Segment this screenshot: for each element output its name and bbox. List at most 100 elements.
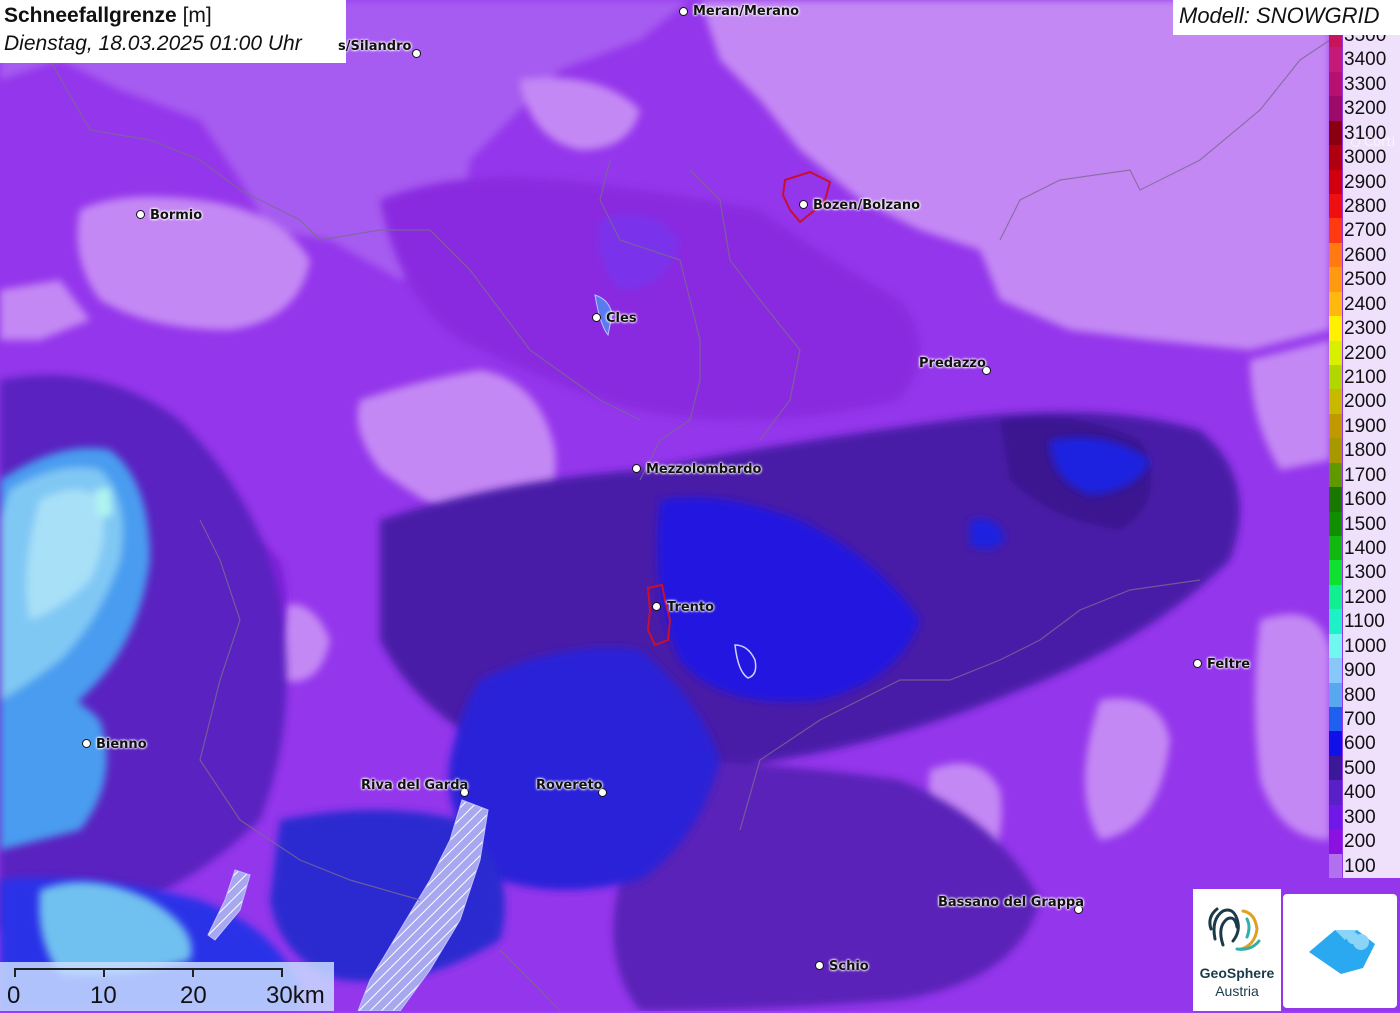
legend-swatch [1329, 169, 1342, 194]
city-label-mezzolombardo: Mezzolombardo [646, 462, 762, 477]
scale-label-10: 10 [90, 982, 117, 1009]
title-variable: Schneefallgrenze [4, 4, 177, 27]
city-marker[interactable] [592, 313, 601, 322]
legend-swatch [1329, 536, 1342, 561]
legend-swatch [1329, 584, 1342, 610]
legend-swatch [1329, 462, 1342, 488]
geosphere-country: Austria [1215, 983, 1259, 999]
legend-label: 1700 [1343, 462, 1400, 488]
legend-label: 3500 [1343, 35, 1400, 48]
scale-tick [281, 968, 283, 977]
scale-label-0: 0 [7, 982, 21, 1009]
map-title: Schneefallgrenze [m] [4, 2, 346, 30]
app-logo[interactable] [1283, 894, 1397, 1008]
map-datetime: Dienstag, 18.03.2025 01:00 Uhr [4, 32, 302, 55]
legend-row: 900 [1329, 658, 1400, 683]
city-label-trento: Trento [667, 600, 715, 615]
city-marker[interactable] [632, 464, 641, 473]
city-marker[interactable] [679, 7, 688, 16]
city-label-riva: Riva del Garda [361, 778, 469, 793]
legend-label: 2500 [1343, 267, 1400, 292]
legend-row: 800 [1329, 682, 1400, 707]
legend-row: 700 [1329, 707, 1400, 732]
city-label-bozen: Bozen/Bolzano [813, 198, 921, 213]
legend-label: 2800 [1343, 194, 1400, 219]
city-marker[interactable] [815, 961, 824, 970]
legend-row: 1600 [1329, 487, 1400, 512]
legend-row: 400 [1329, 780, 1400, 805]
city-label-cles: Cles [606, 311, 637, 326]
legend-row: 2700 [1329, 218, 1400, 243]
city-marker[interactable] [1351, 138, 1360, 147]
scale-label-30km: 30km [266, 982, 325, 1009]
city-marker[interactable] [412, 49, 421, 58]
legend-swatch [1329, 316, 1342, 341]
legend-swatch [1329, 829, 1342, 854]
geosphere-logo-icon [1208, 907, 1261, 951]
legend-swatch [1329, 242, 1342, 268]
city-marker[interactable] [1193, 659, 1202, 668]
legend-row: 2000 [1329, 389, 1400, 414]
legend-label: 900 [1343, 658, 1400, 683]
snowfall-map[interactable] [0, 0, 1400, 1011]
legend-swatch [1329, 35, 1342, 48]
legend-swatch [1329, 560, 1342, 585]
legend-row: 1900 [1329, 413, 1400, 439]
legend-swatch [1329, 145, 1342, 170]
city-label-bassano: Bassano del Grappa [938, 895, 1084, 910]
city-marker[interactable] [799, 200, 808, 209]
legend-label: 1600 [1343, 487, 1400, 512]
legend-label: 1400 [1343, 536, 1400, 561]
model-label: Modell: SNOWGRID [1173, 0, 1400, 35]
legend-label: 1100 [1343, 609, 1400, 634]
legend-label: 2300 [1343, 316, 1400, 341]
legend-swatch [1329, 731, 1342, 756]
legend-row: 600 [1329, 731, 1400, 756]
legend-label: 1300 [1343, 560, 1400, 585]
city-label-schio: Schio [829, 959, 869, 974]
legend-label: 3400 [1343, 47, 1400, 72]
legend-row: 3500 [1329, 35, 1400, 48]
legend-swatch [1329, 389, 1342, 414]
city-label-bormio: Bormio [150, 208, 203, 223]
legend-label: 3300 [1343, 71, 1400, 97]
legend-label: 100 [1343, 853, 1400, 878]
legend-swatch [1329, 853, 1342, 878]
legend-label: 300 [1343, 804, 1400, 830]
city-label-silandro: s/Silandro [338, 39, 412, 54]
legend-row: 1300 [1329, 560, 1400, 585]
legend-label: 2600 [1343, 242, 1400, 268]
legend-label: 600 [1343, 731, 1400, 756]
legend-row: 300 [1329, 804, 1400, 830]
geosphere-name: GeoSphere [1199, 965, 1275, 981]
geosphere-logo[interactable]: GeoSphere Austria [1193, 889, 1281, 1011]
legend-label: 2400 [1343, 291, 1400, 317]
legend-label: 1200 [1343, 584, 1400, 610]
legend-label: 2000 [1343, 389, 1400, 414]
legend-row: 1100 [1329, 609, 1400, 634]
legend-swatch [1329, 511, 1342, 536]
legend-swatch [1329, 633, 1342, 659]
scale-tick [103, 968, 105, 977]
legend-row: 3400 [1329, 47, 1400, 72]
legend-row: 2500 [1329, 267, 1400, 292]
legend-row: 200 [1329, 829, 1400, 854]
city-label-corti: Corti [1364, 135, 1396, 150]
color-legend: 3500 3400 3300 3200 3100 3000 2900 2800 2700 2600… [1329, 35, 1400, 890]
scale-line [14, 968, 282, 970]
legend-swatch [1329, 609, 1342, 634]
city-marker[interactable] [652, 602, 661, 611]
legend-row: 2100 [1329, 365, 1400, 390]
city-label-meran: Meran/Merano [693, 4, 800, 19]
legend-label: 400 [1343, 780, 1400, 805]
title-unit: [m] [182, 4, 212, 27]
city-label-bienno: Bienno [96, 737, 147, 752]
city-marker[interactable] [136, 210, 145, 219]
legend-label: 800 [1343, 682, 1400, 707]
legend-label: 1500 [1343, 511, 1400, 536]
scale-tick [192, 968, 194, 977]
city-marker[interactable] [82, 739, 91, 748]
legend-swatch [1329, 47, 1342, 72]
city-label-predazzo: Predazzo [919, 356, 986, 371]
legend-label: 2700 [1343, 218, 1400, 243]
